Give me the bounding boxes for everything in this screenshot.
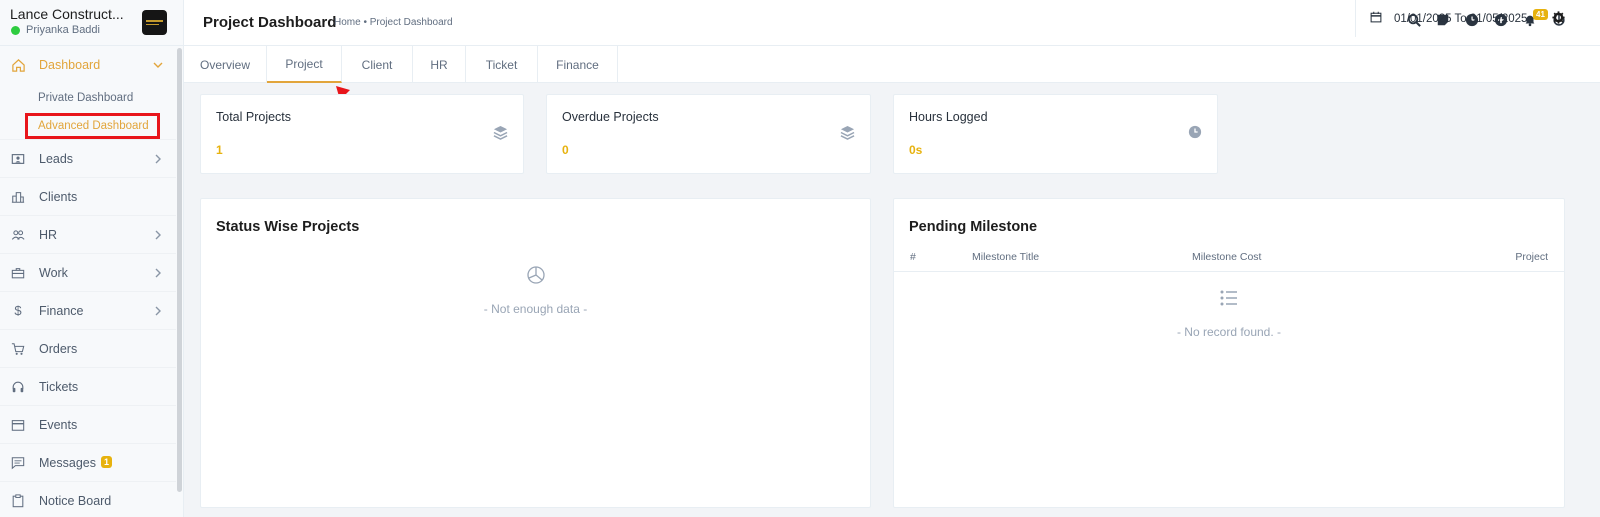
sidebar-item-label: Clients	[39, 189, 78, 204]
dollar-icon: $	[14, 303, 22, 318]
date-range-picker[interactable]: 01/01/2025 To 01/05/2025	[1355, 0, 1555, 37]
sidebar-item-label: Dashboard	[39, 58, 101, 72]
gear-icon[interactable]	[1552, 11, 1565, 27]
sidebar-item-label: Orders	[39, 341, 78, 356]
sidebar-item-label: Notice Board	[39, 493, 112, 508]
empty-state-text: - No record found. -	[1176, 325, 1282, 339]
panel-title: Status Wise Projects	[216, 219, 360, 235]
panel-title: Pending Milestone	[909, 219, 1038, 235]
user-status: Priyanka Baddi	[11, 24, 100, 36]
tab-ticket[interactable]: Ticket	[466, 46, 538, 83]
tab-overview[interactable]: Overview	[184, 46, 267, 83]
sidebar-item-label: Finance	[39, 303, 84, 318]
messages-unread-badge: 1	[100, 455, 112, 468]
calendar-icon	[1370, 11, 1382, 26]
date-range-value: 01/01/2025 To 01/05/2025	[1394, 12, 1528, 25]
stat-title: Overdue Projects	[562, 110, 659, 124]
empty-state-text: - Not enough data -	[483, 302, 588, 316]
breadcrumb[interactable]: Home • Project Dashboard	[334, 17, 453, 28]
sidebar-item-orders[interactable]: Orders	[0, 330, 176, 368]
headset-icon	[10, 379, 26, 395]
highlight-annotation-box	[25, 113, 160, 139]
status-wise-projects-panel: Status Wise Projects - Not enough data -	[200, 198, 871, 508]
column-header-index: #	[910, 251, 916, 263]
dashboard-tabs: Overview Project Client HR Ticket Financ…	[184, 46, 1600, 83]
sidebar-item-messages[interactable]: Messages 1	[0, 444, 176, 482]
tab-finance[interactable]: Finance	[538, 46, 618, 83]
online-status-icon	[11, 25, 20, 35]
sidebar-item-leads[interactable]: Leads	[0, 140, 176, 178]
people-icon	[10, 227, 26, 243]
column-header-milestone-title: Milestone Title	[972, 251, 1040, 263]
sidebar-item-label: Work	[39, 265, 68, 280]
messages-label: Messages	[39, 455, 96, 470]
list-icon	[1219, 289, 1239, 310]
sidebar-item-clients[interactable]: Clients	[0, 178, 176, 216]
pending-milestone-panel: Pending Milestone # Milestone Title Mile…	[893, 198, 1565, 508]
sidebar-item-notice-board[interactable]: Notice Board	[0, 482, 176, 517]
brand-header[interactable]: Lance Construct... Priyanka Baddi	[0, 0, 183, 46]
layers-icon	[840, 125, 855, 143]
chat-icon	[10, 455, 26, 471]
page-title: Project Dashboard	[203, 14, 337, 31]
briefcase-icon	[10, 265, 26, 281]
cart-icon	[10, 341, 26, 357]
sidebar-item-events[interactable]: Events	[0, 406, 176, 444]
pie-chart-icon	[526, 265, 546, 288]
sidebar-item-finance[interactable]: $ Finance	[0, 292, 176, 330]
contact-card-icon	[10, 151, 26, 167]
home-icon	[10, 57, 26, 73]
user-name: Priyanka Baddi	[26, 24, 100, 36]
clock-icon	[1188, 125, 1202, 142]
sidebar-item-label: Messages 1	[39, 455, 112, 470]
sidebar-item-label: Tickets	[39, 379, 79, 394]
stat-value[interactable]: 1	[216, 143, 223, 157]
stat-value[interactable]: 0s	[909, 143, 922, 157]
column-header-milestone-cost: Milestone Cost	[1192, 251, 1262, 263]
sidebar-item-hr[interactable]: HR	[0, 216, 176, 254]
stat-title: Total Projects	[216, 110, 292, 124]
sidebar-item-dashboard[interactable]: Dashboard	[0, 46, 176, 84]
company-name: Lance Construct...	[10, 6, 124, 22]
chevron-right-icon	[153, 267, 163, 281]
company-logo	[142, 10, 167, 35]
chevron-right-icon	[153, 153, 163, 167]
stat-card-total-projects: Total Projects 1	[200, 94, 524, 174]
tab-project[interactable]: Project	[267, 46, 342, 83]
stat-card-hours-logged: Hours Logged 0s	[893, 94, 1218, 174]
sidebar-item-tickets[interactable]: Tickets	[0, 368, 176, 406]
calendar-icon	[10, 417, 26, 433]
sidebar-item-work[interactable]: Work	[0, 254, 176, 292]
clipboard-icon	[10, 493, 26, 509]
sidebar-item-label: HR	[39, 227, 58, 242]
stat-title: Hours Logged	[909, 110, 988, 124]
tab-hr[interactable]: HR	[413, 46, 466, 83]
sidebar-scrollbar[interactable]	[177, 48, 182, 492]
sidebar-item-label: Events	[39, 417, 78, 432]
column-header-project: Project	[1515, 251, 1548, 263]
building-icon	[10, 189, 26, 205]
chevron-down-icon	[153, 59, 163, 73]
sidebar-subitem-private-dashboard[interactable]: Private Dashboard	[38, 92, 133, 104]
stat-card-overdue-projects: Overdue Projects 0	[546, 94, 871, 174]
sidebar: Lance Construct... Priyanka Baddi Dashbo…	[0, 0, 184, 517]
sidebar-item-label: Leads	[39, 151, 74, 166]
milestone-table-header: # Milestone Title Milestone Cost Project	[894, 245, 1564, 272]
chevron-right-icon	[153, 305, 163, 319]
tab-client[interactable]: Client	[342, 46, 413, 83]
stat-value[interactable]: 0	[562, 143, 569, 157]
chevron-right-icon	[153, 229, 163, 243]
layers-icon	[493, 125, 508, 143]
